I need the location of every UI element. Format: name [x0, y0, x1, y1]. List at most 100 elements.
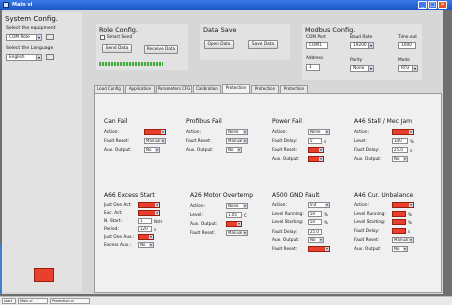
can-fail-reset-select[interactable]: Manual ▾ [144, 138, 166, 144]
chevron-down-icon[interactable]: ▾ [368, 66, 373, 71]
a500-action-select[interactable]: Init ▾ [308, 202, 330, 208]
send-data-button[interactable]: Send Data [102, 44, 132, 53]
a46-stall-level-input[interactable]: 100 [392, 138, 408, 144]
chevron-down-icon[interactable]: ▾ [155, 203, 159, 207]
chevron-down-icon[interactable]: ▾ [319, 157, 323, 161]
a46-stall-delay-label: Fault Delay: [354, 148, 380, 153]
address-input[interactable]: 1 [306, 64, 320, 71]
a46-stall-delay-unit: s [410, 148, 413, 153]
language-browse-button[interactable] [46, 54, 54, 60]
chevron-down-icon[interactable]: ▾ [243, 130, 247, 134]
chevron-down-icon[interactable]: ▾ [319, 148, 323, 152]
profibus-action-select[interactable]: None ▾ [226, 129, 248, 135]
smart-send-checkbox[interactable] [100, 35, 105, 40]
chevron-down-icon[interactable]: ▾ [325, 203, 329, 207]
chevron-down-icon[interactable]: ▾ [237, 148, 241, 152]
a66-exc-act-select[interactable]: ▾ [138, 210, 160, 216]
a46u-level-starting-input[interactable] [392, 219, 406, 225]
tab-parameters-cfg[interactable]: Parameters CFG [156, 85, 192, 93]
a66-excess-aux-select[interactable]: No ▾ [138, 242, 154, 248]
power-reset-label: Fault Reset: [272, 148, 298, 153]
can-fail-aux-select[interactable]: No ▾ [144, 147, 160, 153]
chevron-down-icon[interactable]: ▾ [325, 247, 329, 251]
receive-data-button[interactable]: Receive Data [144, 45, 178, 54]
chevron-down-icon[interactable]: ▾ [155, 148, 159, 152]
chevron-down-icon[interactable]: ▾ [36, 55, 41, 60]
chevron-down-icon[interactable]: ▾ [409, 238, 413, 242]
a46u-aux-select[interactable]: No ▾ [392, 246, 408, 252]
open-data-button[interactable]: Open Data [204, 40, 234, 49]
power-action-select[interactable]: None ▾ [308, 129, 330, 135]
power-delay-input[interactable]: 5 [308, 138, 322, 144]
time-out-input[interactable]: 1000 [398, 42, 416, 49]
close-icon[interactable]: × [438, 1, 447, 9]
taskbar-item-protection[interactable]: Protection.vi [50, 298, 90, 304]
profibus-reset-select[interactable]: Manual ▾ [226, 138, 248, 144]
a66-period-input[interactable]: 120 [138, 226, 152, 232]
a500-aux-select[interactable]: No ▾ [308, 237, 324, 243]
a46u-level-running-input[interactable] [392, 211, 406, 217]
chevron-down-icon[interactable]: ▾ [149, 235, 153, 239]
start-button[interactable]: start [2, 298, 16, 304]
a46-stall-aux-select[interactable]: No ▾ [392, 156, 408, 162]
maximize-icon[interactable]: □ [428, 1, 437, 9]
chevron-down-icon[interactable]: ▾ [36, 35, 41, 40]
chevron-down-icon[interactable]: ▾ [243, 231, 247, 235]
a66-just-one-act-select[interactable]: ▾ [138, 202, 160, 208]
parity-select[interactable]: None ▾ [350, 65, 374, 72]
a500-reset-select[interactable]: ▾ [308, 246, 330, 252]
a500-level-starting-input[interactable]: 50 [308, 219, 322, 225]
chevron-down-icon[interactable]: ▾ [161, 130, 165, 134]
chevron-down-icon[interactable]: ▾ [155, 211, 159, 215]
tab-protection-2[interactable]: Protection [251, 85, 279, 93]
a500-level-running-input[interactable]: 50 [308, 211, 322, 217]
a46u-reset-select[interactable]: Manual ▾ [392, 237, 414, 243]
baud-rate-select[interactable]: 19200 ▾ [350, 42, 374, 49]
tab-calibration[interactable]: Calibration [193, 85, 221, 93]
taskbar-item-main[interactable]: Main.vi [18, 298, 48, 304]
com-port-select[interactable]: COM1 [306, 42, 328, 49]
chevron-down-icon[interactable]: ▾ [412, 66, 417, 71]
save-data-button[interactable]: Save Data [248, 40, 278, 49]
chevron-down-icon[interactable]: ▾ [243, 204, 247, 208]
a46-stall-delay-input[interactable]: 25.0 [392, 147, 408, 153]
chevron-down-icon[interactable]: ▾ [237, 222, 241, 226]
minimize-icon[interactable]: _ [418, 1, 427, 9]
a500-delay-input[interactable]: 25.0 [308, 229, 322, 235]
tab-load-config[interactable]: Load Config [94, 85, 124, 93]
equipment-browse-button[interactable] [46, 34, 54, 40]
a26-aux-select[interactable]: ▾ [226, 221, 242, 227]
equipment-select[interactable]: COM Role ▾ [6, 34, 42, 41]
tab-protection-3[interactable]: Protection [280, 85, 308, 93]
a26-level-input[interactable]: 1.05 [226, 212, 242, 218]
tab-application[interactable]: Application [125, 85, 155, 93]
a26-reset-select[interactable]: Manual ▾ [226, 230, 248, 236]
chevron-down-icon[interactable]: ▾ [319, 238, 323, 242]
a46u-delay-input[interactable] [392, 228, 406, 234]
tab-protection-active[interactable]: Protection [222, 84, 250, 93]
chevron-down-icon[interactable]: ▾ [409, 203, 413, 207]
chevron-down-icon[interactable]: ▾ [149, 243, 153, 247]
mode-select[interactable]: RTU ▾ [398, 65, 418, 72]
chevron-down-icon[interactable]: ▾ [403, 247, 407, 251]
window-title: Main vi [12, 2, 33, 8]
a46-stall-action-select[interactable]: ▾ [392, 129, 414, 135]
power-reset-select[interactable]: ▾ [308, 147, 324, 153]
stop-button[interactable] [34, 268, 54, 282]
chevron-down-icon[interactable]: ▾ [409, 130, 413, 134]
profibus-aux-select[interactable]: No ▾ [226, 147, 242, 153]
can-fail-action-select[interactable]: ▾ [144, 129, 166, 135]
chevron-down-icon[interactable]: ▾ [325, 130, 329, 134]
a26-action-select[interactable]: None ▾ [226, 203, 248, 209]
a66-n-start-input[interactable]: 1 [138, 218, 152, 224]
a46u-action-select[interactable]: ▾ [392, 202, 414, 208]
language-select[interactable]: English ▾ [6, 54, 42, 61]
window-titlebar[interactable]: Main vi _ □ × [0, 0, 452, 10]
a46-stall-level-unit: % [410, 139, 414, 144]
chevron-down-icon[interactable]: ▾ [403, 157, 407, 161]
power-aux-select[interactable]: ▾ [308, 156, 324, 162]
chevron-down-icon[interactable]: ▾ [161, 139, 165, 143]
a66-just-one-aux-select[interactable]: ▾ [138, 234, 154, 240]
chevron-down-icon[interactable]: ▾ [368, 43, 373, 48]
chevron-down-icon[interactable]: ▾ [243, 139, 247, 143]
